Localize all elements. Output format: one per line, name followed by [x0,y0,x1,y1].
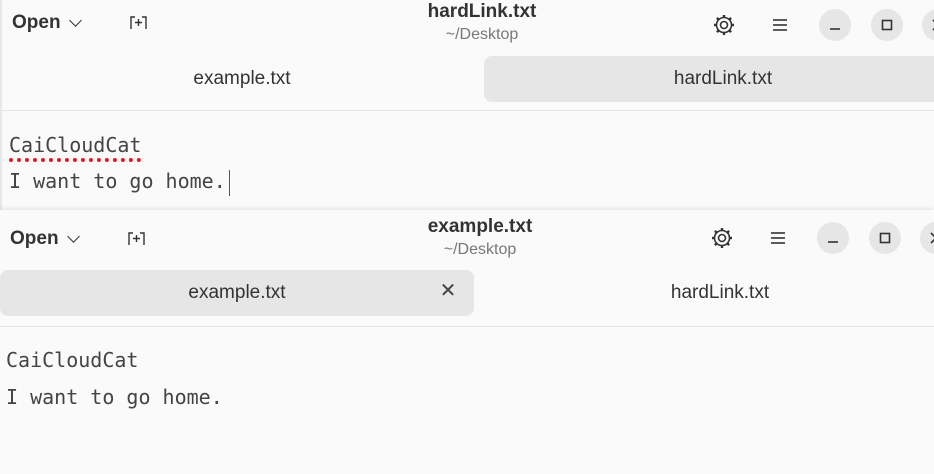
maximize-icon[interactable] [869,222,901,254]
open-button[interactable]: Open [12,10,82,36]
close-tab-icon[interactable]: ✕ [438,281,458,301]
window-subtitle: ~/Desktop [445,26,519,43]
line-text: CaiCloudCat [6,348,139,372]
maximize-icon[interactable] [871,9,903,41]
window-subtitle: ~/Desktop [443,241,517,258]
hamburger-menu-icon[interactable] [762,222,794,254]
window-title: example.txt [427,216,533,237]
chevron-down-icon [66,230,80,243]
header-bar: Open example.txt ~/Desktop [0,210,934,260]
tab-label: hardLink.txt [670,282,770,303]
line-text: I want to go home. [9,169,226,193]
open-button-label: Open [10,228,59,249]
title-block: hardLink.txt ~/Desktop [382,1,582,45]
open-button-label: Open [12,12,61,33]
gear-icon[interactable] [706,222,738,254]
tab-hardlink[interactable]: hardLink.txt [480,270,934,316]
gear-icon[interactable] [708,9,740,41]
tab-label: example.txt [188,282,286,303]
new-tab-icon[interactable] [130,14,147,30]
tab-hardlink[interactable]: hardLink.txt [484,56,934,102]
text-editor-area[interactable]: CaiCloudCat I want to go home. [2,110,934,210]
window-title: hardLink.txt [427,1,537,22]
close-icon[interactable] [922,9,934,41]
tab-bar: example.txt ✕ hardLink.txt [0,268,934,318]
text-cursor [228,169,230,196]
editor-line-1: CaiCloudCat [9,133,141,157]
editor-window-example: Open example.txt ~/Desktop example.txt ✕… [0,210,934,474]
open-button[interactable]: Open [10,226,80,252]
new-tab-icon[interactable] [128,230,145,246]
editor-line-2: I want to go home. [6,385,223,409]
tab-bar: example.txt hardLink.txt [2,54,934,104]
title-block: example.txt ~/Desktop [380,216,580,260]
minimize-icon[interactable] [817,222,849,254]
tab-example[interactable]: example.txt ✕ [0,270,474,316]
tab-label: example.txt [193,68,291,89]
header-bar: Open hardLink.txt ~/Desktop [2,0,934,50]
tab-example[interactable]: example.txt [6,56,478,102]
line-text: I want to go home. [6,385,223,409]
editor-window-hardlink: Open hardLink.txt ~/Desktop example.txt … [0,0,934,210]
misspelled-word: CaiCloudCat [9,133,142,157]
hamburger-menu-icon[interactable] [764,9,796,41]
close-icon[interactable] [920,222,934,254]
minimize-icon[interactable] [819,9,851,41]
tab-label: hardLink.txt [673,68,773,89]
chevron-down-icon [68,14,82,27]
editor-line-2: I want to go home. [9,169,230,196]
editor-line-1: CaiCloudCat [6,348,138,372]
text-editor-area[interactable]: CaiCloudCat I want to go home. [0,326,934,474]
